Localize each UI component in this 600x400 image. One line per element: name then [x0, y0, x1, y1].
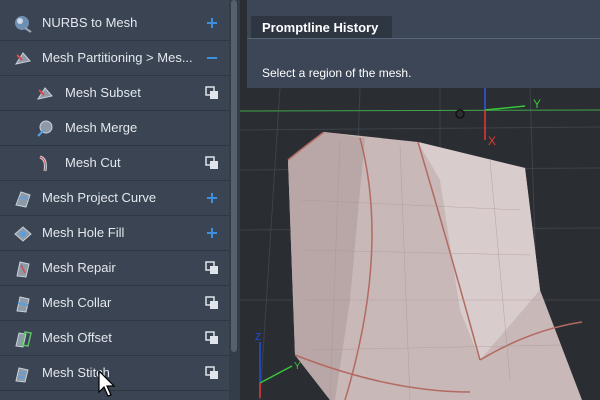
sidebar-item-mesh-project-curve[interactable]: Mesh Project Curve — [0, 181, 229, 216]
mouse-pointer-icon — [98, 370, 116, 397]
sidebar-item-mesh-offset[interactable]: Mesh Offset — [0, 321, 229, 356]
copy-icon[interactable] — [204, 330, 220, 346]
scrollbar-thumb[interactable] — [231, 0, 237, 352]
copy-icon[interactable] — [204, 295, 220, 311]
prompt-message: Select a region of the mesh. — [262, 66, 412, 80]
z-axis-label: Z — [255, 332, 261, 343]
sidebar-item-label: Mesh Collar — [42, 295, 112, 310]
mesh-repair-icon — [13, 259, 33, 279]
mesh-offset-icon — [13, 329, 33, 349]
mesh-hole-fill-icon — [13, 224, 33, 244]
ground-grid-axis-line — [240, 109, 600, 112]
y-axis-label: Y — [533, 97, 541, 111]
sidebar-item-label: Mesh Offset — [42, 330, 112, 345]
mesh-partition-icon — [13, 49, 33, 69]
sidebar-scrollbar[interactable] — [229, 0, 240, 400]
nurbs-sphere-icon — [13, 14, 33, 34]
sidebar-item-mesh-repair[interactable]: Mesh Repair — [0, 251, 229, 286]
sidebar-item-mesh-hole-fill[interactable]: Mesh Hole Fill — [0, 216, 229, 251]
camera-pivot-icon — [455, 109, 465, 119]
mesh-cut-icon — [35, 154, 55, 174]
mesh-surface — [287, 131, 583, 400]
sidebar-item-label: Mesh Repair — [42, 260, 116, 275]
sidebar-item-mesh-partitioning[interactable]: Mesh Partitioning > Mes... — [0, 41, 229, 76]
mesh-merge-icon — [35, 119, 55, 139]
sidebar-item-mesh-subset[interactable]: Mesh Subset — [0, 76, 229, 111]
expand-plus-icon[interactable] — [204, 225, 220, 241]
mesh-subset-icon — [35, 84, 55, 104]
copy-icon[interactable] — [204, 85, 220, 101]
x-axis-label: X — [488, 134, 496, 148]
mesh-stitch-icon — [13, 364, 33, 384]
world-axis-triad: Y X — [455, 88, 541, 148]
panel-divider — [247, 38, 600, 39]
sidebar-item-label: Mesh Cut — [65, 155, 121, 170]
mesh-collar-icon — [13, 294, 33, 314]
sidebar-item-mesh-cut[interactable]: Mesh Cut — [0, 146, 229, 181]
sidebar-item-label: Mesh Merge — [65, 120, 138, 135]
sidebar-item-label: Mesh Project Curve — [42, 190, 157, 205]
view-y-axis-label: Y — [294, 361, 301, 372]
sidebar-item-label: NURBS to Mesh — [42, 15, 138, 30]
expand-plus-icon[interactable] — [204, 15, 220, 31]
tool-palette: NURBS to Mesh Mesh Partitioning > Mes...… — [0, 0, 240, 400]
sidebar-item-label: Mesh Partitioning > Mes... — [42, 50, 193, 65]
copy-icon[interactable] — [204, 365, 220, 381]
copy-icon[interactable] — [204, 260, 220, 276]
sidebar-item-mesh-merge[interactable]: Mesh Merge — [0, 111, 229, 146]
promptline-panel: Promptline History Select a region of th… — [247, 0, 600, 88]
sidebar-item-nurbs-to-mesh[interactable]: NURBS to Mesh — [0, 6, 229, 41]
sidebar-item-mesh-collar[interactable]: Mesh Collar — [0, 286, 229, 321]
sidebar-item-label: Mesh Subset — [65, 85, 141, 100]
copy-icon[interactable] — [204, 155, 220, 171]
mesh-project-curve-icon — [13, 189, 33, 209]
promptline-title: Promptline History — [262, 20, 379, 35]
sidebar-item-label: Mesh Hole Fill — [42, 225, 125, 240]
collapse-minus-icon[interactable] — [204, 50, 220, 66]
expand-plus-icon[interactable] — [204, 190, 220, 206]
